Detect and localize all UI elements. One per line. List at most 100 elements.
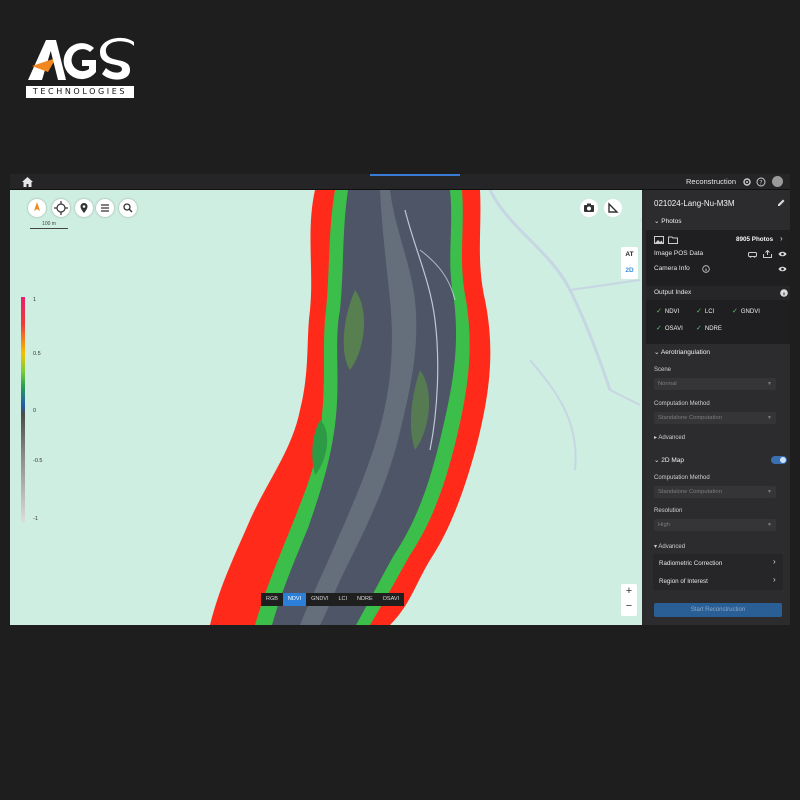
- zoom-in-button[interactable]: +: [621, 584, 637, 599]
- chevron-right-icon[interactable]: ›: [773, 557, 776, 566]
- output-index-list: ✓ NDVI ✓ LCI ✓ GNDVI ✓ OSAVI ✓ NDRE: [646, 300, 790, 344]
- view-mode-switch[interactable]: AT 2D: [621, 247, 638, 279]
- check-icon: ✓: [656, 308, 662, 315]
- info-icon[interactable]: [702, 265, 710, 273]
- ndvi-terrain-layer: [210, 190, 641, 625]
- aerotriangulation-label: Aerotriangulation: [660, 349, 711, 356]
- chevron-right-icon[interactable]: ›: [773, 575, 776, 584]
- output-index-label: OSAVI: [664, 326, 683, 332]
- top-bar: Reconstruction ?: [10, 174, 790, 190]
- screenshot-frame: TECHNOLOGIES Reconstruction ? 100 m AT 2…: [0, 0, 800, 800]
- map2d-toggle[interactable]: [771, 456, 787, 464]
- output-index-item[interactable]: ✓ GNDVI: [732, 307, 760, 315]
- legend-tick: -0.5: [33, 458, 43, 464]
- map2d-advanced-label: Advanced: [658, 544, 686, 550]
- aerotriangulation-header[interactable]: ⌄ Aerotriangulation: [654, 348, 710, 356]
- view-at-option[interactable]: AT: [621, 247, 638, 263]
- index-lci-button[interactable]: LCI: [333, 593, 352, 606]
- index-osavi-button[interactable]: OSAVI: [378, 593, 404, 606]
- photos-block: 8905 Photos › Image POS Data Camera Info: [646, 230, 790, 286]
- camera-icon: [584, 203, 594, 212]
- ags-logo: TECHNOLOGIES: [26, 36, 138, 100]
- legend-color-bar: [21, 297, 25, 522]
- scene-label: Scene: [654, 367, 672, 373]
- topbar-title: Reconstruction: [686, 177, 737, 186]
- check-icon: ✓: [656, 325, 662, 332]
- output-index-item[interactable]: ✓ NDVI: [656, 307, 679, 315]
- check-icon: ✓: [696, 325, 702, 332]
- ndvi-legend: 1 0.5 0 -0.5 -1: [19, 297, 59, 527]
- at-method-value: Standalone Computation: [658, 415, 722, 421]
- index-rgb-button[interactable]: RGB: [261, 593, 283, 606]
- home-icon[interactable]: [22, 177, 33, 187]
- help-icon[interactable]: ?: [756, 177, 766, 187]
- output-index-label: NDVI: [664, 309, 680, 315]
- scene-select[interactable]: Normal ▼: [654, 378, 776, 390]
- scene-value: Normal: [658, 381, 677, 387]
- layers-tool[interactable]: [96, 199, 114, 217]
- locate-tool[interactable]: [52, 199, 70, 217]
- svg-text:?: ?: [759, 179, 762, 186]
- legend-tick: 0.5: [33, 351, 41, 357]
- view-2d-option[interactable]: 2D: [621, 263, 638, 279]
- zoom-out-button[interactable]: −: [621, 599, 637, 614]
- map-scale: 100 m: [30, 221, 68, 229]
- gear-icon[interactable]: [742, 177, 752, 187]
- output-index-item[interactable]: ✓ NDRE: [696, 324, 722, 332]
- start-reconstruction-button[interactable]: Start Reconstruction: [654, 603, 782, 617]
- legend-tick: -1: [33, 516, 38, 522]
- radiometric-correction-item[interactable]: Radiometric Correction: [659, 560, 722, 567]
- at-method-select[interactable]: Standalone Computation ▼: [654, 412, 776, 424]
- caret-down-icon: ▼: [767, 381, 772, 387]
- map2d-header[interactable]: ⌄ 2D Map: [654, 456, 684, 464]
- car-icon[interactable]: [748, 250, 757, 258]
- at-advanced-label: Advanced: [658, 435, 686, 441]
- project-title: 021024-Lang-Nu-M3M: [654, 199, 735, 208]
- resolution-select[interactable]: High ▼: [654, 519, 776, 531]
- image-icon[interactable]: [654, 236, 664, 244]
- output-index-label: GNDVI: [740, 309, 760, 315]
- map-pin-icon: [80, 203, 88, 213]
- index-gndvi-button[interactable]: GNDVI: [306, 593, 333, 606]
- map2d-method-select[interactable]: Standalone Computation ▼: [654, 486, 776, 498]
- photos-section-header[interactable]: ⌄ Photos: [654, 217, 682, 225]
- folder-icon[interactable]: [668, 236, 678, 244]
- index-ndvi-button[interactable]: NDVI: [282, 593, 307, 606]
- eye-icon[interactable]: [778, 250, 787, 258]
- check-icon: ✓: [732, 308, 738, 315]
- export-icon[interactable]: [763, 250, 772, 258]
- caret-down-icon: ▼: [767, 522, 772, 528]
- list-icon: [101, 204, 109, 212]
- screenshot-tool[interactable]: [580, 199, 598, 217]
- photo-count[interactable]: 8905 Photos: [736, 236, 773, 243]
- ags-logo-mark: [28, 37, 134, 80]
- output-index-label: NDRE: [704, 326, 722, 332]
- chevron-right-icon[interactable]: ›: [780, 234, 783, 243]
- pencil-icon[interactable]: [777, 198, 786, 207]
- compass-icon: [34, 202, 40, 211]
- map-view[interactable]: 100 m » AT 2D + − 1 0.5 0 -0.5: [10, 190, 642, 625]
- app-window: Reconstruction ? 100 m AT 2D + − 1 0.5 0…: [10, 174, 790, 625]
- info-icon[interactable]: [780, 289, 788, 297]
- marker-tool[interactable]: [75, 199, 93, 217]
- logo-subtitle: TECHNOLOGIES: [26, 86, 134, 98]
- search-tool[interactable]: [119, 199, 137, 217]
- map2d-label: 2D Map: [661, 457, 685, 464]
- at-advanced-toggle[interactable]: ▸ Advanced: [654, 434, 685, 441]
- region-of-interest-item[interactable]: Region of Interest: [659, 578, 708, 585]
- image-pos-label: Image POS Data: [654, 250, 704, 257]
- compass-tool[interactable]: [28, 199, 46, 217]
- user-avatar[interactable]: [772, 176, 783, 187]
- output-index-item[interactable]: ✓ LCI: [696, 307, 714, 315]
- photos-header-label: Photos: [661, 218, 682, 225]
- map2d-advanced-toggle[interactable]: ▾ Advanced: [654, 543, 685, 550]
- zoom-control[interactable]: + −: [621, 584, 637, 616]
- map2d-method-label: Computation Method: [654, 475, 710, 481]
- measure-tool[interactable]: [604, 199, 622, 217]
- output-index-item[interactable]: ✓ OSAVI: [656, 324, 683, 332]
- crosshair-icon: [54, 201, 68, 215]
- eye-icon[interactable]: [778, 265, 787, 273]
- index-ndre-button[interactable]: NDRE: [352, 593, 378, 606]
- panel-collapse-button[interactable]: »: [640, 218, 642, 232]
- ruler-icon: [608, 202, 619, 213]
